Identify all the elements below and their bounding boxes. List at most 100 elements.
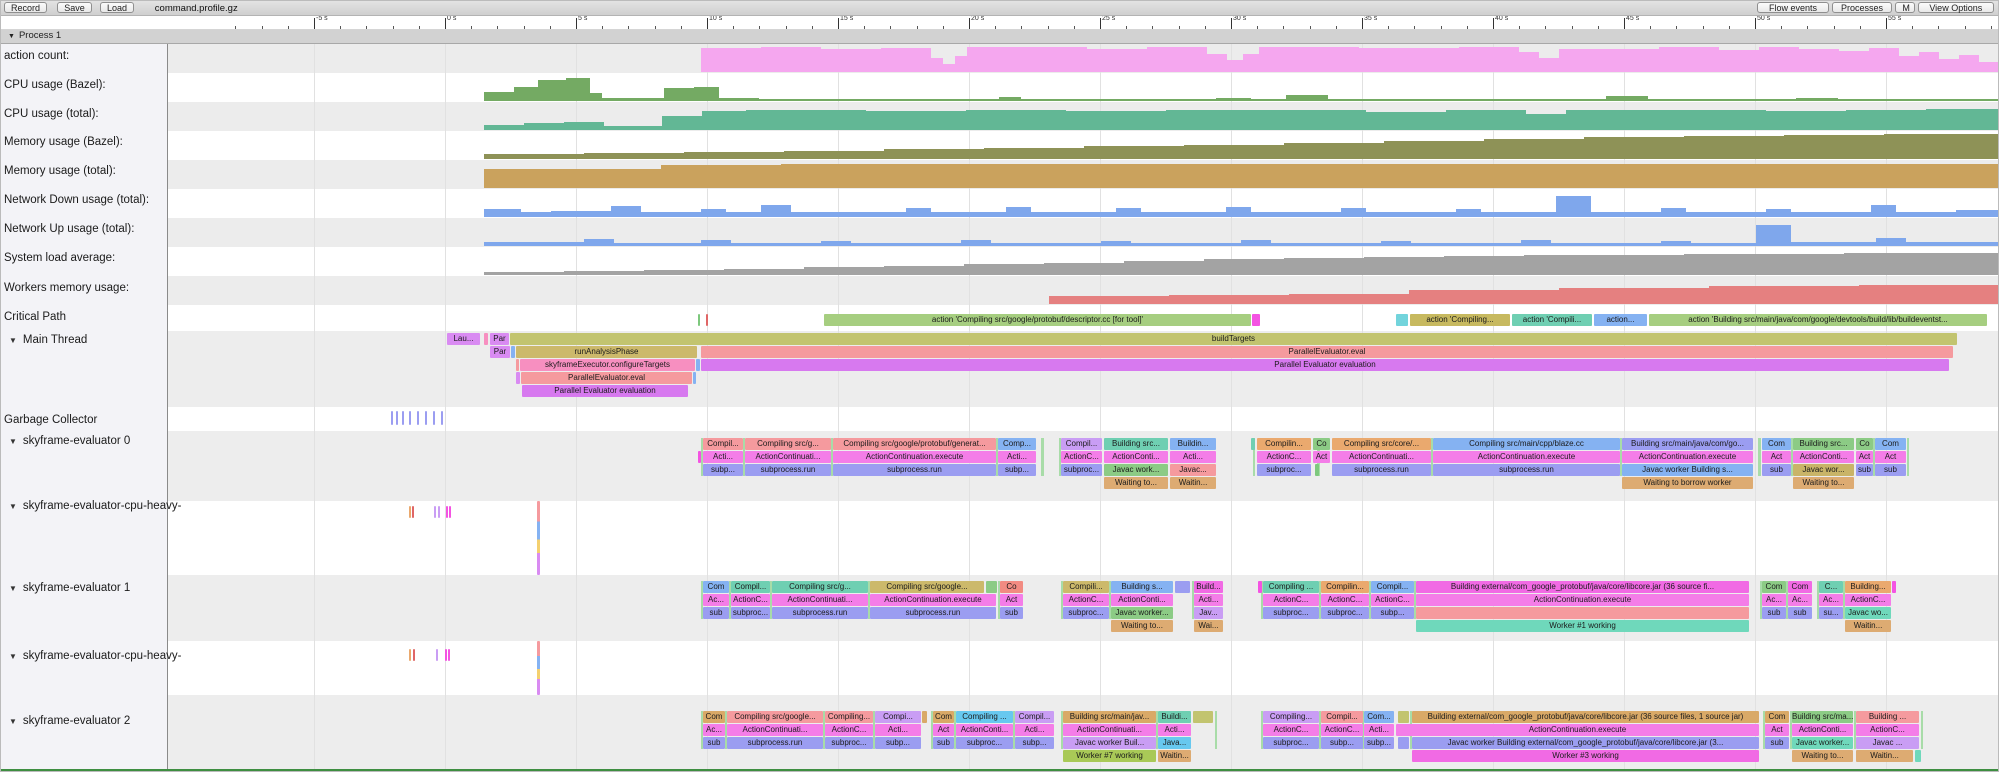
trace-event-bar[interactable]: subprocess.run — [870, 607, 996, 619]
trace-event-bar[interactable]: Building src... — [1104, 438, 1168, 450]
trace-event-bar[interactable]: action 'Compili... — [1512, 314, 1592, 326]
trace-event-bar[interactable]: ActionC... — [1371, 594, 1414, 606]
trace-event-bar[interactable]: sub — [933, 737, 954, 749]
trace-event-bar[interactable] — [1315, 464, 1319, 476]
trace-event-bar[interactable]: Acti... — [875, 724, 921, 736]
trace-event-bar[interactable]: Act — [1313, 451, 1330, 463]
toolbar-button-view-options[interactable]: View Options — [1918, 2, 1994, 13]
trace-event-bar[interactable]: Building src/main/java/com/go... — [1622, 438, 1753, 450]
process-header[interactable]: ▼Process 1 — [1, 29, 1999, 44]
trace-event-bar[interactable] — [1892, 581, 1896, 593]
trace-event-bar[interactable]: Building ... — [1856, 711, 1919, 723]
trace-event-bar[interactable] — [438, 506, 440, 518]
collapse-arrow-icon[interactable]: ▼ — [9, 717, 17, 726]
trace-event-bar[interactable] — [441, 411, 443, 425]
trace-event-bar[interactable]: Worker #3 working — [1412, 750, 1759, 762]
trace-event-bar[interactable]: Acti... — [998, 451, 1036, 463]
trace-event-bar[interactable]: ActionC... — [825, 724, 873, 736]
trace-event-bar[interactable]: subproc... — [1063, 607, 1109, 619]
trace-event-bar[interactable]: Compilin... — [1257, 438, 1311, 450]
trace-event-bar[interactable]: Acti... — [1364, 724, 1394, 736]
toolbar-button-load[interactable]: Load — [100, 2, 134, 13]
collapse-arrow-icon[interactable]: ▼ — [8, 33, 15, 40]
trace-event-bar[interactable]: Lau... — [447, 333, 480, 345]
trace-event-bar[interactable] — [434, 506, 436, 518]
trace-event-bar[interactable]: ActionContinuation.execute — [1396, 724, 1759, 736]
trace-event-bar[interactable]: Ac... — [703, 724, 725, 736]
collapse-arrow-icon[interactable]: ▼ — [9, 336, 17, 345]
trace-event-bar[interactable] — [706, 314, 708, 326]
trace-event-bar[interactable]: subproc... — [731, 607, 770, 619]
trace-event-bar[interactable]: Compil... — [1061, 438, 1102, 450]
trace-event-bar[interactable]: subproc... — [1321, 607, 1369, 619]
trace-event-bar[interactable]: sub — [1000, 607, 1023, 619]
trace-event-bar[interactable]: Javac worker... — [1111, 607, 1173, 619]
trace-event-bar[interactable]: action 'Building src/main/java/com/googl… — [1649, 314, 1987, 326]
trace-event-bar[interactable]: Building src/main/jav... — [1063, 711, 1156, 723]
trace-event-bar[interactable] — [449, 506, 451, 518]
trace-event-bar[interactable] — [409, 649, 411, 661]
trace-event-bar[interactable]: ActionConti... — [1792, 724, 1853, 736]
trace-event-bar[interactable]: Compi... — [875, 711, 921, 723]
trace-event-bar[interactable] — [396, 411, 398, 425]
toolbar-button-save[interactable]: Save — [57, 2, 92, 13]
trace-event-bar[interactable]: Javac ... — [1856, 737, 1919, 749]
trace-event-bar[interactable]: Com... — [1364, 711, 1394, 723]
trace-event-bar[interactable]: Acti... — [703, 451, 743, 463]
trace-event-bar[interactable] — [696, 359, 700, 371]
trace-event-bar[interactable] — [1416, 607, 1749, 619]
trace-event-bar[interactable]: Ac... — [1819, 594, 1843, 606]
trace-event-bar[interactable]: Act — [1856, 451, 1873, 463]
trace-event-bar[interactable]: sub — [703, 607, 729, 619]
trace-event-bar[interactable]: sub — [1762, 464, 1791, 476]
trace-event-bar[interactable]: Compiling src/google... — [727, 711, 823, 723]
trace-event-bar[interactable]: Co — [1313, 438, 1330, 450]
trace-event-bar[interactable]: Compil... — [1321, 711, 1363, 723]
trace-event-bar[interactable]: subprocess.run — [833, 464, 996, 476]
trace-event-bar[interactable]: subproc... — [956, 737, 1013, 749]
trace-event-bar[interactable]: Com — [1762, 581, 1786, 593]
trace-event-bar[interactable]: Building external/com_google_protobuf/ja… — [1416, 581, 1749, 593]
trace-event-bar[interactable]: Parallel Evaluator evaluation — [522, 385, 688, 397]
trace-event-bar[interactable]: ActionConti... — [1111, 594, 1173, 606]
trace-event-bar[interactable]: skyframeExecutor.configureTargets — [520, 359, 695, 371]
trace-event-bar[interactable]: Javac work... — [1104, 464, 1168, 476]
trace-event-bar[interactable]: action... — [1594, 314, 1647, 326]
trace-event-bar[interactable]: ParallelEvaluator.eval — [521, 372, 692, 384]
trace-event-bar[interactable]: Comp... — [998, 438, 1036, 450]
trace-event-bar[interactable]: Co — [1856, 438, 1873, 450]
trace-event-bar[interactable]: Acti... — [1158, 724, 1191, 736]
trace-event-bar[interactable] — [413, 649, 415, 661]
track-group-label[interactable]: ▼Main Thread — [4, 334, 87, 346]
trace-event-bar[interactable]: Com — [703, 581, 729, 593]
trace-event-bar[interactable]: subprocess.run — [1433, 464, 1620, 476]
trace-event-bar[interactable] — [1398, 711, 1409, 723]
track-group-label[interactable]: ▼skyframe-evaluator-cpu-heavy- — [4, 650, 181, 662]
trace-event-bar[interactable]: Javac wor... — [1793, 464, 1854, 476]
trace-event-bar[interactable] — [922, 711, 927, 723]
trace-event-bar[interactable]: ActionContinuation.execute — [1622, 451, 1753, 463]
trace-event-bar[interactable]: sub — [1788, 607, 1812, 619]
trace-event-bar[interactable]: Compiling src/main/cpp/blaze.cc — [1433, 438, 1620, 450]
trace-event-bar[interactable]: Build... — [1194, 581, 1223, 593]
trace-event-bar[interactable]: Javac... — [1170, 464, 1216, 476]
trace-event-bar[interactable]: Buildin... — [1170, 438, 1216, 450]
trace-event-bar[interactable]: ActionC... — [1263, 724, 1319, 736]
trace-event-bar[interactable]: ActionC... — [1321, 724, 1363, 736]
trace-event-bar[interactable]: Co — [1000, 581, 1023, 593]
trace-event-bar[interactable]: sub — [1856, 464, 1873, 476]
trace-event-bar[interactable]: ActionC... — [1257, 451, 1311, 463]
trace-event-bar[interactable] — [516, 359, 519, 371]
trace-event-bar[interactable] — [412, 506, 414, 518]
trace-event-bar[interactable]: Compiling src/google... — [870, 581, 984, 593]
trace-event-bar[interactable]: subprocess.run — [1332, 464, 1431, 476]
trace-event-bar[interactable]: action 'Compiling src/google/protobuf/de… — [824, 314, 1251, 326]
trace-event-bar[interactable]: Waitin... — [1170, 477, 1216, 489]
trace-event-bar[interactable]: Javac worker... — [1792, 737, 1853, 749]
trace-event-bar[interactable]: ActionC... — [1856, 724, 1919, 736]
trace-event-bar[interactable]: Compiling ... — [956, 711, 1013, 723]
trace-event-bar[interactable] — [436, 649, 438, 661]
toolbar-button-m[interactable]: M — [1895, 2, 1914, 13]
trace-event-bar[interactable]: Building s... — [1111, 581, 1173, 593]
collapse-arrow-icon[interactable]: ▼ — [9, 584, 17, 593]
